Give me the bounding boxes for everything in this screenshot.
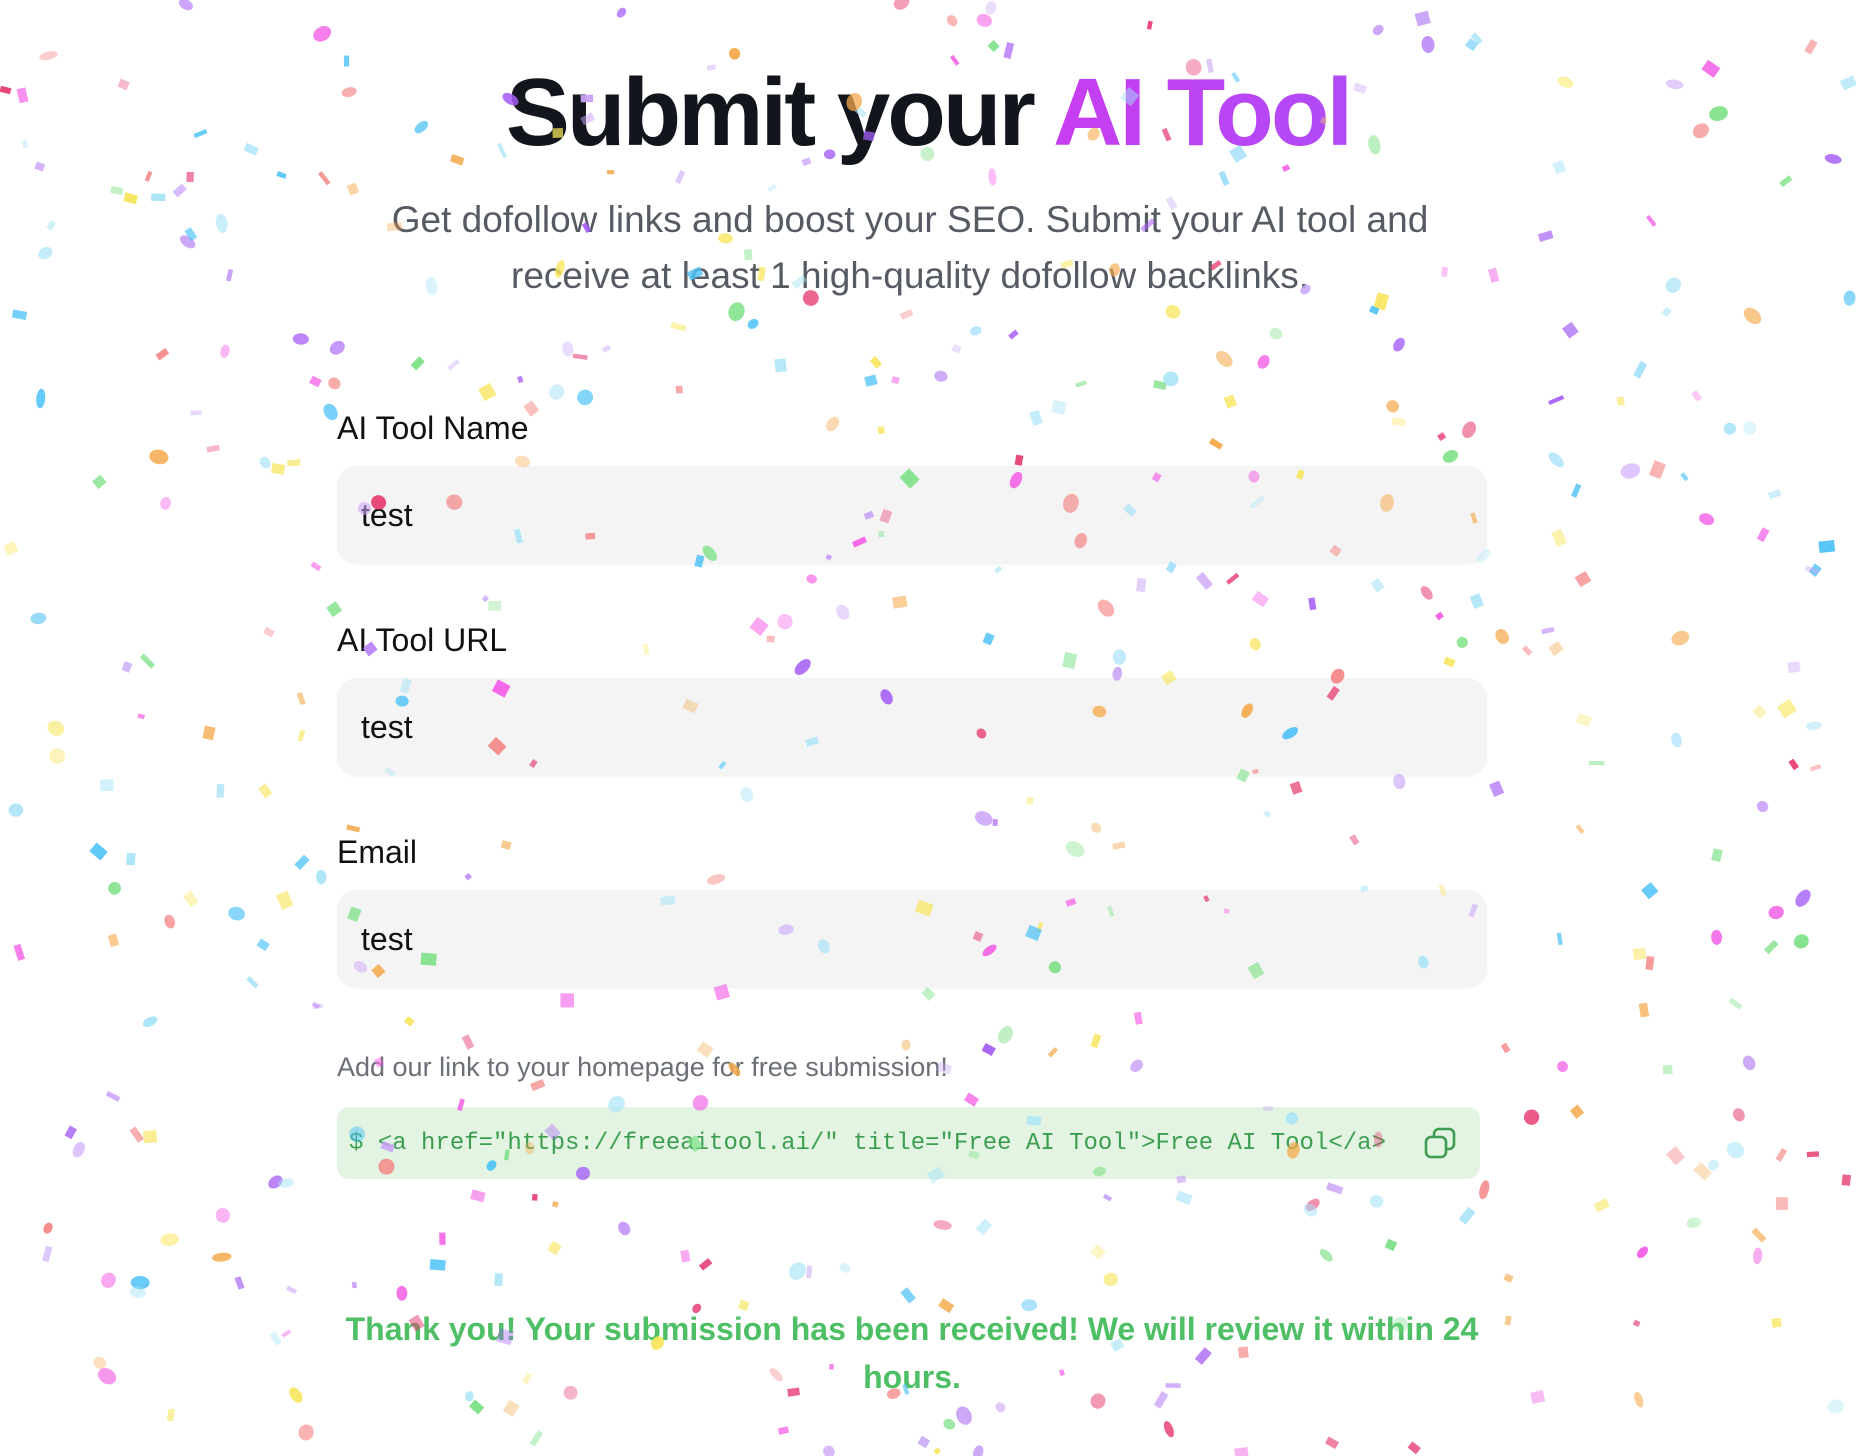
copy-icon[interactable] xyxy=(1418,1121,1462,1165)
page-subtitle: Get dofollow links and boost your SEO. S… xyxy=(391,199,1429,296)
tool-url-input[interactable] xyxy=(337,678,1487,776)
title-accent: AI Tool xyxy=(1052,59,1353,166)
email-input[interactable] xyxy=(337,890,1487,988)
backlink-hint: Add our link to your homepage for free s… xyxy=(337,1052,948,1082)
backlink-code[interactable]: $ <a href="https://freeaitool.ai/" title… xyxy=(349,1130,1418,1157)
title-prefix: Submit your xyxy=(505,59,1053,166)
email-label: Email xyxy=(337,834,418,870)
tool-name-input[interactable] xyxy=(337,466,1487,564)
backlink-code-box: $ <a href="https://freeaitool.ai/" title… xyxy=(337,1107,1480,1179)
tool-name-label: AI Tool Name xyxy=(337,410,529,446)
tool-url-label: AI Tool URL xyxy=(337,622,508,658)
page-title: Submit your AI Tool xyxy=(0,58,1856,168)
success-message: Thank you! Your submission has been rece… xyxy=(345,1311,1479,1395)
submit-page: Submit your AI Tool Get dofollow links a… xyxy=(0,0,1856,1456)
